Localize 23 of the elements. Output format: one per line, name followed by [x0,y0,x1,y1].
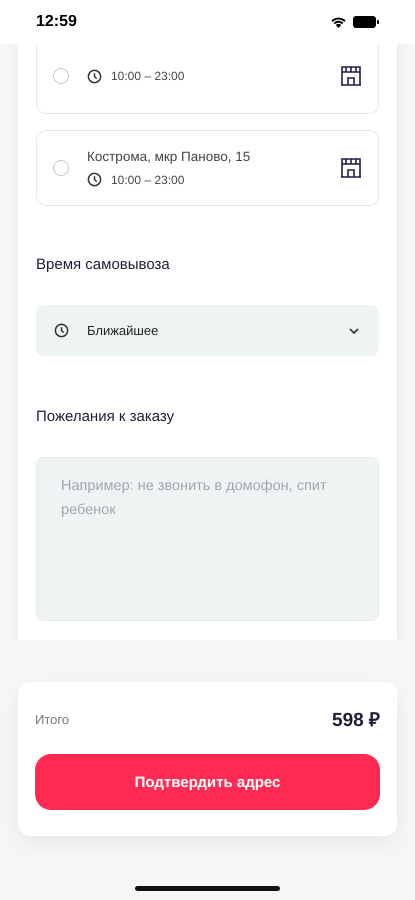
battery-icon [353,16,379,28]
opening-hours: 10:00 – 23:00 [111,172,184,186]
radio-button[interactable] [53,68,69,84]
store-icon [340,157,362,179]
radio-button[interactable] [53,160,69,176]
clock-icon [54,323,69,338]
store-card[interactable]: Кострома, мкр Паново, 15 10:00 – 23:00 [36,130,379,206]
clock-icon [87,68,102,84]
total-amount: 598 ₽ [332,709,380,732]
store-card[interactable]: 10:00 – 23:00 [36,44,379,114]
store-address: Кострома, мкр Паново, 15 [87,149,252,164]
total-label: Итого [35,712,70,726]
confirm-address-button[interactable]: Подтвердить адрес [35,754,380,810]
comment-field[interactable]: Например: не звонить в домофон, спит ребенок [36,457,379,621]
pickup-time-dropdown[interactable]: Ближайшее [36,305,379,356]
wifi-icon [330,16,347,28]
section-heading: Время самовывоза [36,256,171,273]
store-icon [340,65,362,87]
status-time: 12:59 [36,13,77,31]
chevron-down-icon [349,328,359,334]
section-heading: Пожелания к заказу [36,408,176,425]
opening-hours: 10:00 – 23:00 [111,69,184,83]
clock-icon [87,172,102,187]
